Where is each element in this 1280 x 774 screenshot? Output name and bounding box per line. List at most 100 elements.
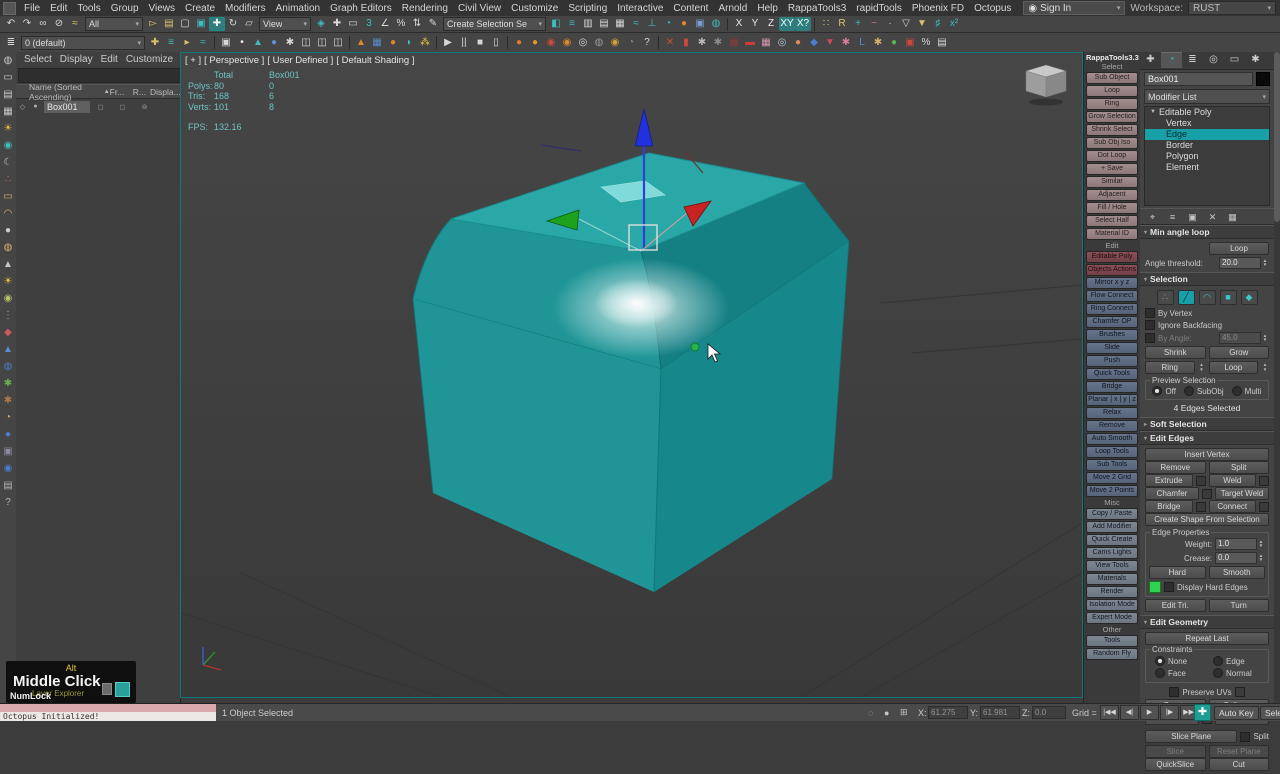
sun-icon[interactable]: ☀ (1, 273, 16, 290)
rt-button-auto-smooth[interactable]: Auto Smooth (1086, 433, 1138, 445)
rt-button-loop-tools[interactable]: Loop Tools (1086, 446, 1138, 458)
add-point-icon[interactable]: + (850, 17, 866, 31)
radio-none[interactable]: None (1149, 655, 1207, 667)
ring-button[interactable]: Ring (1145, 361, 1195, 374)
hard-button[interactable]: Hard (1149, 566, 1206, 579)
angle-threshold-spinner[interactable]: 20.0 ▲▼ (1219, 257, 1269, 269)
cloth-icon[interactable]: ▲ (250, 36, 266, 50)
maxscript-mini-listener[interactable]: Octopus Initialized! (0, 703, 216, 721)
viewport-label-segment-3[interactable]: [ Default Shading ] (336, 55, 414, 66)
magnifier-icon[interactable]: ◎ (774, 36, 790, 50)
mirror-icon[interactable]: ◧ (548, 17, 564, 31)
grid-helper-icon[interactable]: ∷ (818, 17, 834, 31)
target-weld-button[interactable]: Target Weld (1215, 487, 1269, 500)
grid-object-icon[interactable]: ▦ (369, 36, 385, 50)
moon-icon[interactable]: ☾ (1, 154, 16, 171)
rt-button-dot-loop[interactable]: Dot Loop (1086, 150, 1138, 162)
select-object-icon[interactable]: ▻ (145, 17, 161, 31)
selection-filter-dropdown[interactable]: All▾ (85, 17, 143, 31)
state-set-2-icon[interactable]: ◫ (314, 36, 330, 50)
play-button[interactable]: ▶ (1140, 705, 1159, 720)
weight-spinner[interactable]: 1.0 ▲▼ (1215, 538, 1265, 550)
bind-to-space-warp-icon[interactable]: ≈ (67, 17, 83, 31)
rt-button-quick-create[interactable]: Quick Create (1086, 534, 1138, 546)
menu-customize[interactable]: Customize (122, 54, 177, 65)
reset-plane-button[interactable]: Reset Plane (1209, 745, 1270, 758)
create-tab-icon[interactable]: ✚ (1140, 52, 1161, 68)
border-subobject-icon[interactable]: ◠ (1199, 290, 1216, 305)
menu-octopus[interactable]: Octopus (969, 3, 1016, 14)
remove-button[interactable]: Remove (1145, 461, 1206, 474)
eye-icon[interactable]: ◉ (1, 460, 16, 477)
radio-off[interactable]: Off (1152, 386, 1176, 396)
sphere-primitive-icon[interactable]: ● (1, 222, 16, 239)
blob-icon[interactable]: ● (790, 36, 806, 50)
display-hard-edges-checkbox[interactable] (1164, 582, 1174, 592)
set-key-button[interactable]: ✚ (1194, 704, 1211, 721)
polygon-subobject-icon[interactable]: ■ (1220, 290, 1237, 305)
menu-create[interactable]: Create (180, 3, 220, 14)
mcloth-grid-icon[interactable]: ▦ (726, 36, 742, 50)
character-icon[interactable]: ▲ (353, 36, 369, 50)
viewport-label-segment-2[interactable]: [ User Defined ] (267, 55, 333, 66)
curve-editor-icon[interactable]: ≈ (628, 17, 644, 31)
expand-toggle-icon[interactable]: ◇ (16, 103, 29, 111)
rt-button-cams-lights[interactable]: Cams Lights (1086, 547, 1138, 559)
red-shield-icon[interactable]: ▼ (822, 36, 838, 50)
frozen-column-header[interactable]: Fr... (110, 87, 133, 97)
render-production-icon[interactable]: ◍ (708, 17, 724, 31)
pink-grid-icon[interactable]: ▦ (758, 36, 774, 50)
quickslice-button[interactable]: QuickSlice (1145, 758, 1206, 771)
create-layer-icon[interactable]: ✚ (147, 36, 163, 50)
modify-tab-icon[interactable]: ◔ (1161, 52, 1182, 68)
menu-edit[interactable]: Edit (97, 54, 122, 65)
lasso-tool-icon[interactable]: R (834, 17, 850, 31)
keyboard-shortcut-override-icon[interactable]: ▭ (345, 17, 361, 31)
shell-icon[interactable]: ◔ (1, 409, 16, 426)
perspective-viewport[interactable]: [ + ][ Perspective ][ User Defined ][ De… (180, 52, 1083, 698)
menu-rendering[interactable]: Rendering (397, 3, 453, 14)
chamfer-settings-box[interactable] (1202, 489, 1212, 499)
by-angle-checkbox[interactable] (1145, 333, 1155, 343)
box001-object[interactable] (413, 153, 849, 592)
fluid-icon[interactable]: ● (1, 426, 16, 443)
spray-icon[interactable]: ✱ (282, 36, 298, 50)
pin-stack-icon[interactable]: ⌖ (1146, 211, 1159, 223)
notes-icon[interactable]: ▤ (1, 477, 16, 494)
macro-recorder-pane[interactable] (0, 704, 216, 712)
layer-explorer-toggle-icon[interactable]: ▤ (596, 17, 612, 31)
rt-button-grow-selection[interactable]: Grow Selection (1086, 111, 1138, 123)
schematic-view-icon[interactable]: ⊥ (644, 17, 660, 31)
blue-ball-icon[interactable]: ● (266, 36, 282, 50)
rt-button-flow-connect[interactable]: Flow Connect (1086, 290, 1138, 302)
menu-graph-editors[interactable]: Graph Editors (325, 3, 397, 14)
rollout-header[interactable]: ▸ Soft Selection (1140, 417, 1274, 431)
rt-button-remove[interactable]: Remove (1086, 420, 1138, 432)
rt-button-relax[interactable]: Relax (1086, 407, 1138, 419)
green-ball-icon[interactable]: ● (886, 36, 902, 50)
menu-select[interactable]: Select (20, 54, 56, 65)
isolate-selection-icon[interactable]: ◌ (868, 704, 883, 721)
biped-icon[interactable]: ▲ (1, 341, 16, 358)
flag-filled-icon[interactable]: ▼ (914, 17, 930, 31)
name-column-header[interactable]: Name (Sorted Ascending) (29, 82, 101, 102)
weld-button[interactable]: Weld (1209, 474, 1257, 487)
rt-button-add-modifier[interactable]: Add Modifier (1086, 521, 1138, 533)
object-name-cell[interactable]: Box001 (44, 101, 90, 113)
unlink-selection-icon[interactable]: ⊘ (51, 17, 67, 31)
x-coordinate-field[interactable]: 61.275 (928, 706, 968, 719)
make-unique-icon[interactable]: ▣ (1186, 211, 1199, 223)
loop-spinner[interactable]: ▲▼ (1261, 363, 1269, 372)
element-subobject-icon[interactable]: ◆ (1241, 290, 1258, 305)
split-button[interactable]: Split (1209, 461, 1270, 474)
ring-spinner[interactable]: ▲▼ (1198, 363, 1206, 372)
scrollbar-thumb[interactable] (1274, 52, 1280, 222)
by-vertex-checkbox[interactable] (1145, 308, 1155, 318)
axis-snap-toggle-icon[interactable]: X? (795, 17, 811, 31)
rt-button-ring[interactable]: Ring (1086, 98, 1138, 110)
sliders-icon[interactable]: ♯ (930, 17, 946, 31)
select-and-scale-icon[interactable]: ▱ (241, 17, 257, 31)
fire-effect-icon[interactable]: ● (385, 36, 401, 50)
play-animation-icon[interactable]: ▶ (440, 36, 456, 50)
hierarchy-tab-icon[interactable]: ≣ (1182, 52, 1203, 68)
